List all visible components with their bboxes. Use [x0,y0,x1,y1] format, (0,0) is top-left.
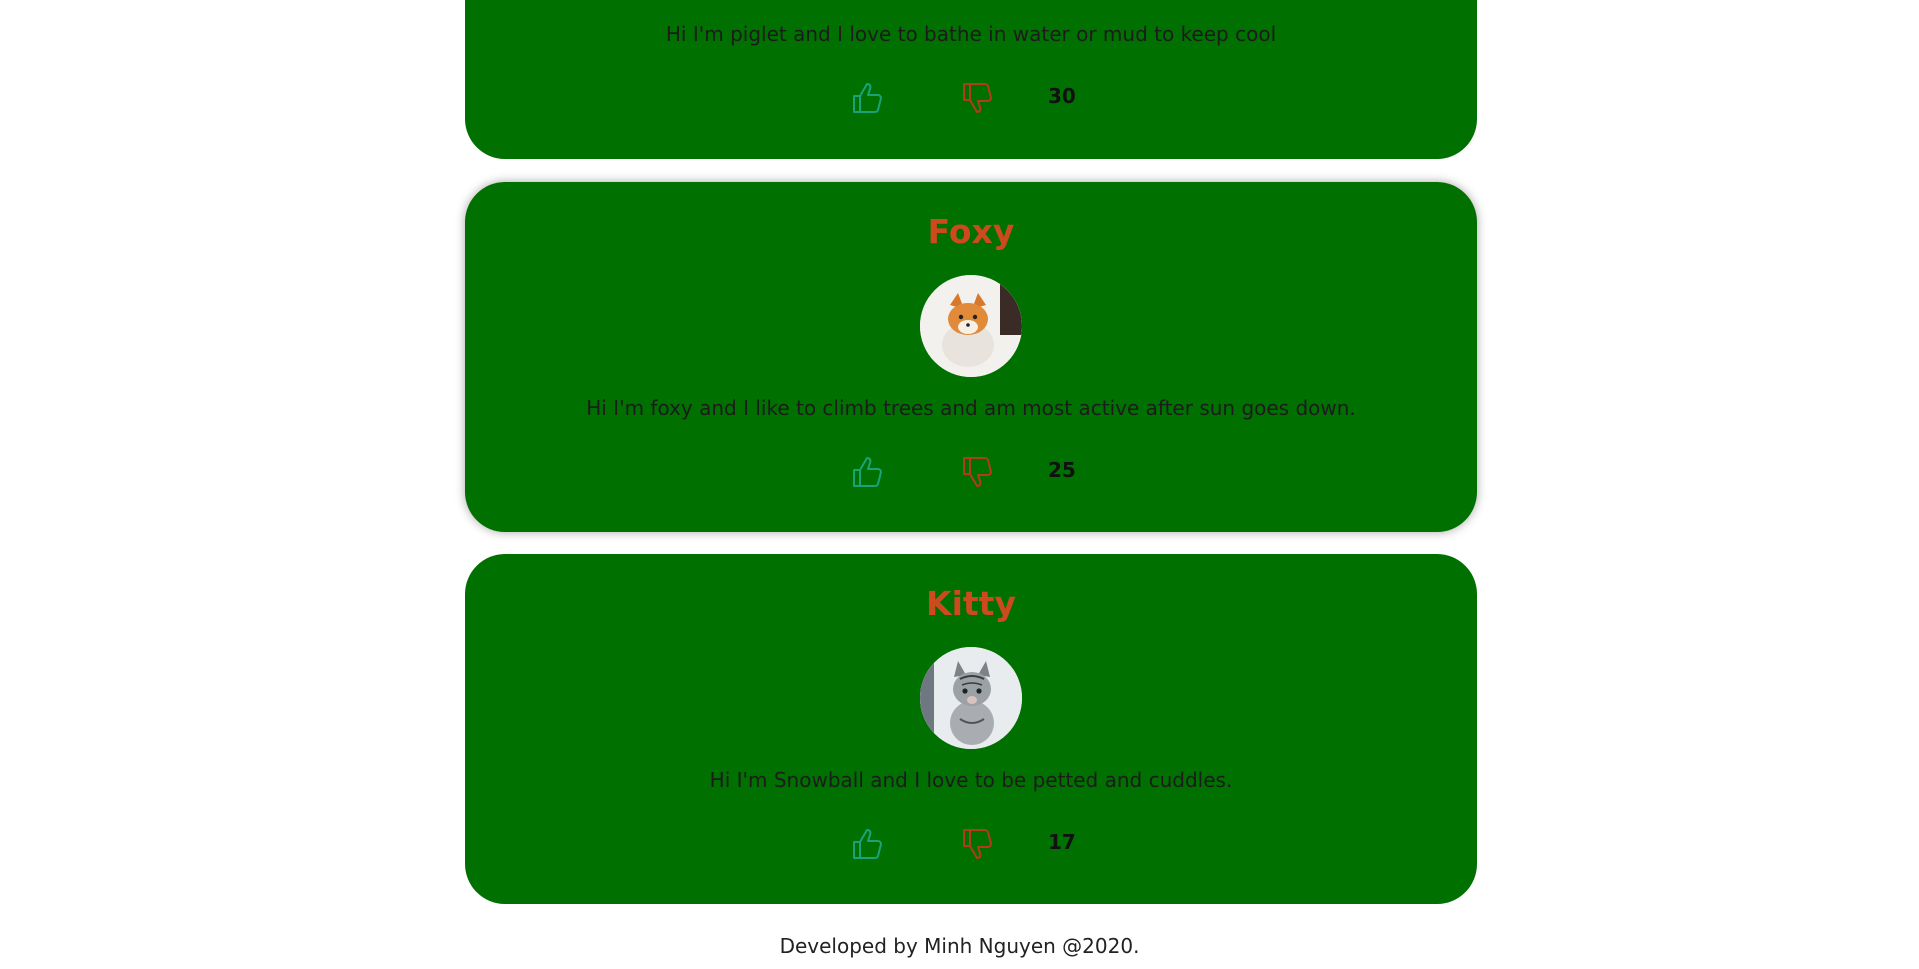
pet-feed: Hi I'm piglet and I love to bathe in wat… [0,0,1919,969]
dislike-button[interactable] [958,452,998,492]
thumbs-down-icon [963,83,992,113]
pet-bio: Hi I'm foxy and I like to climb trees an… [586,396,1356,420]
thumbs-up-icon [853,83,882,113]
pet-bio: Hi I'm piglet and I love to bathe in wat… [665,22,1277,46]
vote-actions: 30 [465,78,1477,118]
dislike-button[interactable] [958,78,998,118]
kitten-photo [920,647,1022,749]
vote-count: 30 [1048,84,1076,108]
thumbs-down-icon [963,829,992,859]
thumbs-up-icon [853,829,882,859]
pet-name: Foxy [927,212,1015,251]
dislike-button[interactable] [958,824,998,864]
pet-card-kitty: Kitty Hi I'm Snowball and I love to be p… [465,554,1477,904]
pet-bio: Hi I'm Snowball and I love to be petted … [709,768,1233,792]
vote-count: 17 [1048,830,1076,854]
pet-card-piglet: Hi I'm piglet and I love to bathe in wat… [465,0,1477,159]
like-button[interactable] [848,78,888,118]
thumbs-down-icon [963,457,992,487]
thumbs-up-icon [853,457,882,487]
footer-credit: Developed by Minh Nguyen @2020. [779,934,1140,958]
fox-photo [920,275,1022,377]
pet-card-foxy: Foxy Hi I'm foxy and I like to climb tre… [465,182,1477,532]
like-button[interactable] [848,824,888,864]
like-button[interactable] [848,452,888,492]
vote-actions: 25 [465,452,1477,492]
vote-count: 25 [1048,458,1076,482]
vote-actions: 17 [465,824,1477,864]
pet-name: Kitty [926,584,1016,623]
